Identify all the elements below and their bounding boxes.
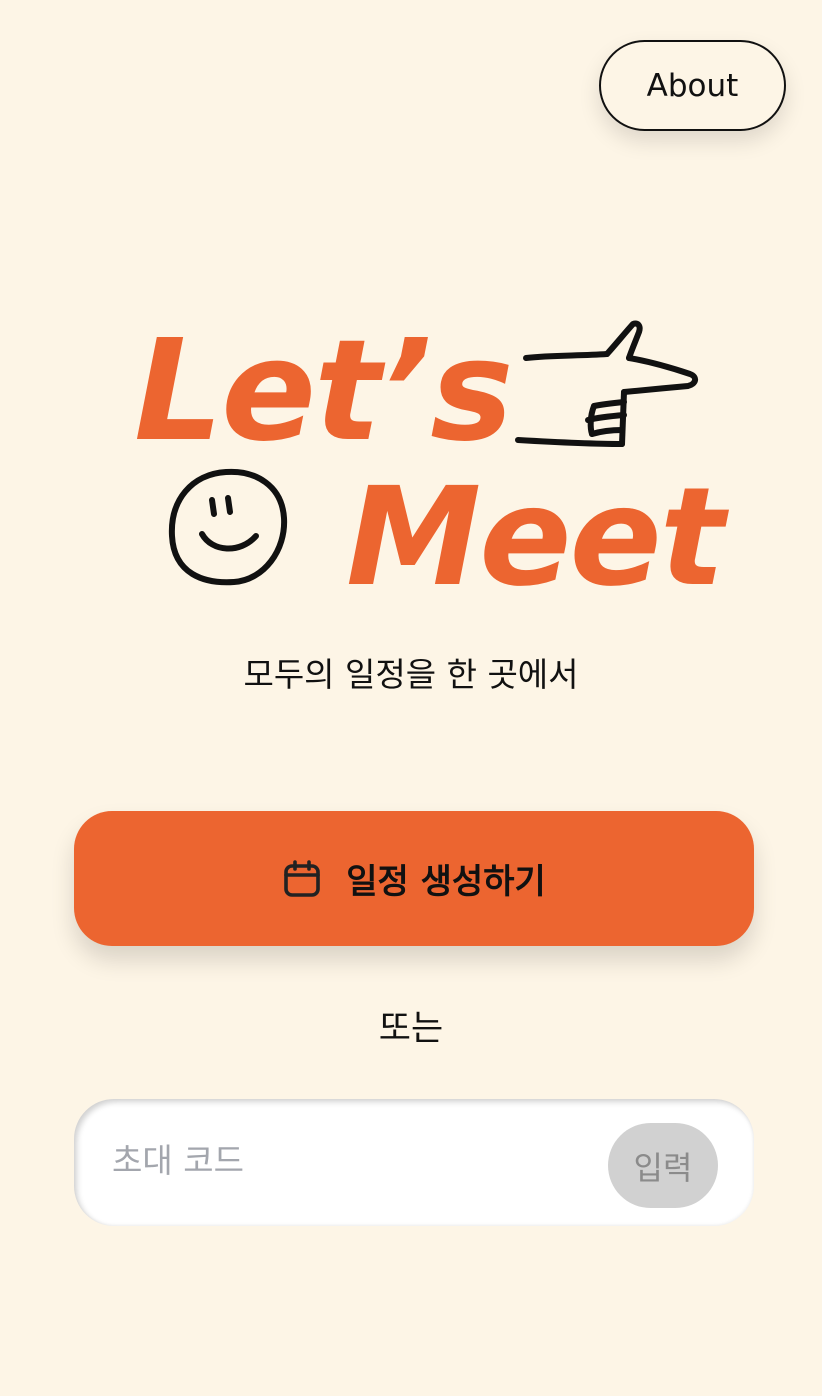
calendar-icon <box>284 859 321 897</box>
about-button[interactable]: About <box>599 40 786 131</box>
logo-text-meet: Meet <box>346 459 725 617</box>
tagline: 모두의 일정을 한 곳에서 <box>243 655 579 694</box>
create-schedule-button[interactable]: 일정 생성하기 <box>74 811 754 946</box>
invite-code-form: 입력 <box>74 1099 754 1226</box>
lets-meet-logo: Let’s Meet <box>120 300 725 617</box>
pointing-hand-icon <box>515 320 698 447</box>
landing-page: About Let’s Meet 모두의 일정을 한 곳에서 일정 생성하기 또… <box>0 0 822 1396</box>
create-schedule-label: 일정 생성하기 <box>346 862 546 902</box>
invite-submit-button[interactable]: 입력 <box>608 1123 718 1208</box>
smiley-face-icon <box>168 468 288 586</box>
invite-code-input[interactable] <box>112 1129 582 1191</box>
logo-text-lets: Let’s <box>134 310 514 473</box>
or-divider-text: 또는 <box>378 1009 444 1049</box>
